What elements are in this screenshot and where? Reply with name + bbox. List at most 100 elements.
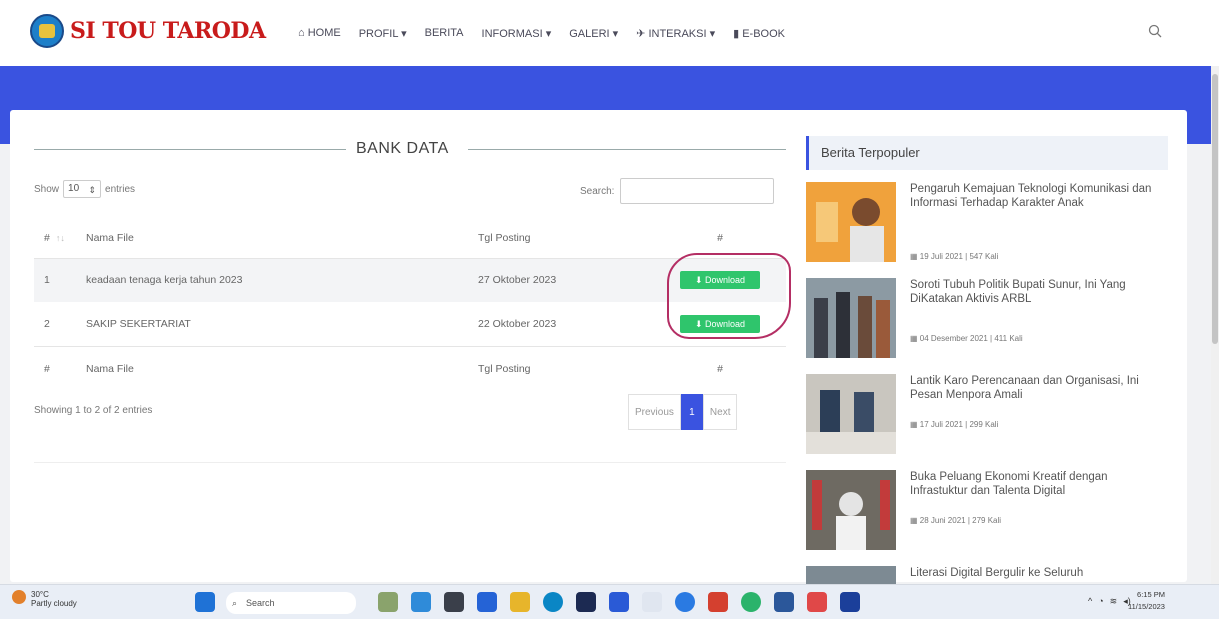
- chevron-down-icon: ▾: [609, 28, 619, 40]
- search-icon: ⌕: [232, 598, 238, 608]
- news-thumbnail: [806, 566, 896, 584]
- col-header-name[interactable]: Nama File: [86, 218, 478, 258]
- page-scrollbar[interactable]: [1211, 66, 1219, 584]
- entries-length: Show 10 entries: [34, 180, 135, 198]
- chevron-down-icon: ▾: [542, 28, 552, 40]
- chrome-icon[interactable]: [741, 592, 761, 612]
- col-header-action[interactable]: #: [654, 218, 786, 258]
- divider: [34, 149, 346, 150]
- pager-next[interactable]: Next: [702, 394, 738, 430]
- nav-berita[interactable]: BERITA: [425, 27, 464, 40]
- news-meta: ▦ 04 Desember 2021 | 411 Kali: [910, 334, 1023, 343]
- nav-profil[interactable]: PROFIL ▾: [359, 27, 407, 40]
- news-meta: ▦ 17 Juli 2021 | 299 Kali: [910, 420, 999, 429]
- news-thumbnail: [806, 470, 896, 550]
- pagination: Previous 1 Next: [628, 394, 738, 430]
- col-header-no[interactable]: # ↑↓: [34, 218, 86, 258]
- windows-start-icon[interactable]: [195, 592, 215, 612]
- scrollbar-thumb[interactable]: [1212, 74, 1218, 344]
- calendar-icon: ▦: [910, 420, 920, 429]
- taskbar-pinned: [378, 592, 860, 612]
- taskbar: 30°C Partly cloudy ⌕ Search ^ ◔ ≋ ◂) 6:15…: [0, 584, 1219, 619]
- news-item[interactable]: Buka Peluang Ekonomi Kreatif dengan Infr…: [806, 470, 1168, 560]
- home-icon: ⌂: [298, 27, 308, 39]
- calendar-icon: ▦: [910, 252, 920, 261]
- news-item[interactable]: Pengaruh Kemajuan Teknologi Komunikasi d…: [806, 182, 1168, 272]
- divider: [34, 462, 786, 463]
- taskbar-search[interactable]: ⌕ Search: [226, 592, 356, 614]
- table-info: Showing 1 to 2 of 2 entries: [34, 405, 153, 416]
- wifi-icon[interactable]: ≋: [1110, 596, 1118, 607]
- edge-icon[interactable]: [543, 592, 563, 612]
- dropbox-icon[interactable]: [609, 592, 629, 612]
- chevron-down-icon: ▾: [706, 28, 716, 40]
- app-icon[interactable]: [642, 592, 662, 612]
- news-item[interactable]: Soroti Tubuh Politik Bupati Sunur, Ini Y…: [806, 278, 1168, 368]
- news-item[interactable]: Literasi Digital Bergulir ke Seluruh: [806, 566, 1168, 584]
- vivaldi-icon[interactable]: [708, 592, 728, 612]
- logo-icon: [30, 14, 64, 48]
- news-title[interactable]: Soroti Tubuh Politik Bupati Sunur, Ini Y…: [910, 278, 1160, 306]
- store-icon[interactable]: [576, 592, 596, 612]
- news-title[interactable]: Buka Peluang Ekonomi Kreatif dengan Infr…: [910, 470, 1160, 498]
- news-thumbnail: [806, 278, 896, 358]
- brand[interactable]: SI TOU TARODA: [30, 14, 266, 48]
- clock[interactable]: 6:15 PM 11/15/2023: [1128, 589, 1165, 613]
- nav-informasi[interactable]: INFORMASI ▾: [482, 27, 552, 40]
- entries-select[interactable]: 10: [63, 180, 102, 198]
- app-icon[interactable]: [378, 592, 398, 612]
- nav-ebook[interactable]: ▮ E-BOOK: [733, 27, 785, 40]
- file-name: keadaan tenaga kerja tahun 2023: [86, 274, 243, 287]
- top-navbar: SI TOU TARODA ⌂ HOME PROFIL ▾ BERITA INF…: [0, 0, 1219, 66]
- book-icon: ▮: [733, 28, 743, 40]
- brand-name: SI TOU TARODA: [70, 18, 266, 44]
- news-title[interactable]: Literasi Digital Bergulir ke Seluruh: [910, 566, 1160, 580]
- sidebar-title: Berita Terpopuler: [806, 136, 1168, 170]
- bank-title-row: BANK DATA: [34, 138, 786, 158]
- news-meta: ▦ 28 Juni 2021 | 279 Kali: [910, 516, 1002, 525]
- pager-page-1[interactable]: 1: [680, 394, 703, 430]
- news-title[interactable]: Lantik Karo Perencanaan dan Organisasi, …: [910, 374, 1160, 402]
- file-name: SAKIP SEKERTARIAT: [86, 317, 191, 330]
- search-icon[interactable]: [1148, 24, 1162, 38]
- folder-icon[interactable]: [510, 592, 530, 612]
- calendar-icon: ▦: [910, 334, 920, 343]
- app-icon[interactable]: [411, 592, 431, 612]
- chevron-up-icon[interactable]: ^: [1088, 596, 1092, 607]
- app-icon[interactable]: [675, 592, 695, 612]
- photoshop-icon[interactable]: [840, 592, 860, 612]
- page-title: BANK DATA: [356, 140, 449, 157]
- system-tray[interactable]: ^ ◔ ≋ ◂): [1088, 596, 1131, 607]
- news-meta: ▦ 19 Juli 2021 | 547 Kali: [910, 252, 999, 261]
- taskbar-apps: [195, 592, 215, 612]
- news-thumbnail: [806, 182, 896, 262]
- post-date: 27 Oktober 2023: [478, 274, 557, 287]
- network-icon[interactable]: ◔: [1098, 596, 1103, 607]
- col-header-date[interactable]: Tgl Posting: [478, 218, 654, 258]
- app-icon[interactable]: [477, 592, 497, 612]
- rocket-icon: ✈: [636, 28, 649, 40]
- weather-icon: [12, 590, 26, 604]
- nav-home[interactable]: ⌂ HOME: [298, 27, 341, 40]
- post-date: 22 Oktober 2023: [478, 317, 557, 330]
- nav-interaksi[interactable]: ✈ INTERAKSI ▾: [636, 27, 715, 40]
- calendar-icon: ▦: [910, 516, 920, 525]
- sort-icon: ↑↓: [55, 232, 65, 243]
- weather-widget[interactable]: 30°C Partly cloudy: [12, 590, 77, 608]
- search-label: Search:: [580, 185, 615, 197]
- highlight-annotation: [667, 253, 791, 339]
- table-header-row: # ↑↓ Nama File Tgl Posting #: [34, 218, 786, 258]
- table-footer-row: # Nama File Tgl Posting #: [34, 346, 786, 392]
- app-icon[interactable]: [807, 592, 827, 612]
- pager-previous[interactable]: Previous: [628, 394, 681, 430]
- news-thumbnail: [806, 374, 896, 454]
- news-title[interactable]: Pengaruh Kemajuan Teknologi Komunikasi d…: [910, 182, 1160, 210]
- nav-galeri[interactable]: GALERI ▾: [569, 27, 618, 40]
- word-icon[interactable]: [774, 592, 794, 612]
- chevron-down-icon: ▾: [398, 28, 407, 40]
- table-search: Search:: [580, 178, 775, 204]
- search-input[interactable]: [620, 178, 775, 204]
- app-icon[interactable]: [444, 592, 464, 612]
- main-nav: ⌂ HOME PROFIL ▾ BERITA INFORMASI ▾ GALER…: [298, 27, 785, 40]
- news-item[interactable]: Lantik Karo Perencanaan dan Organisasi, …: [806, 374, 1168, 464]
